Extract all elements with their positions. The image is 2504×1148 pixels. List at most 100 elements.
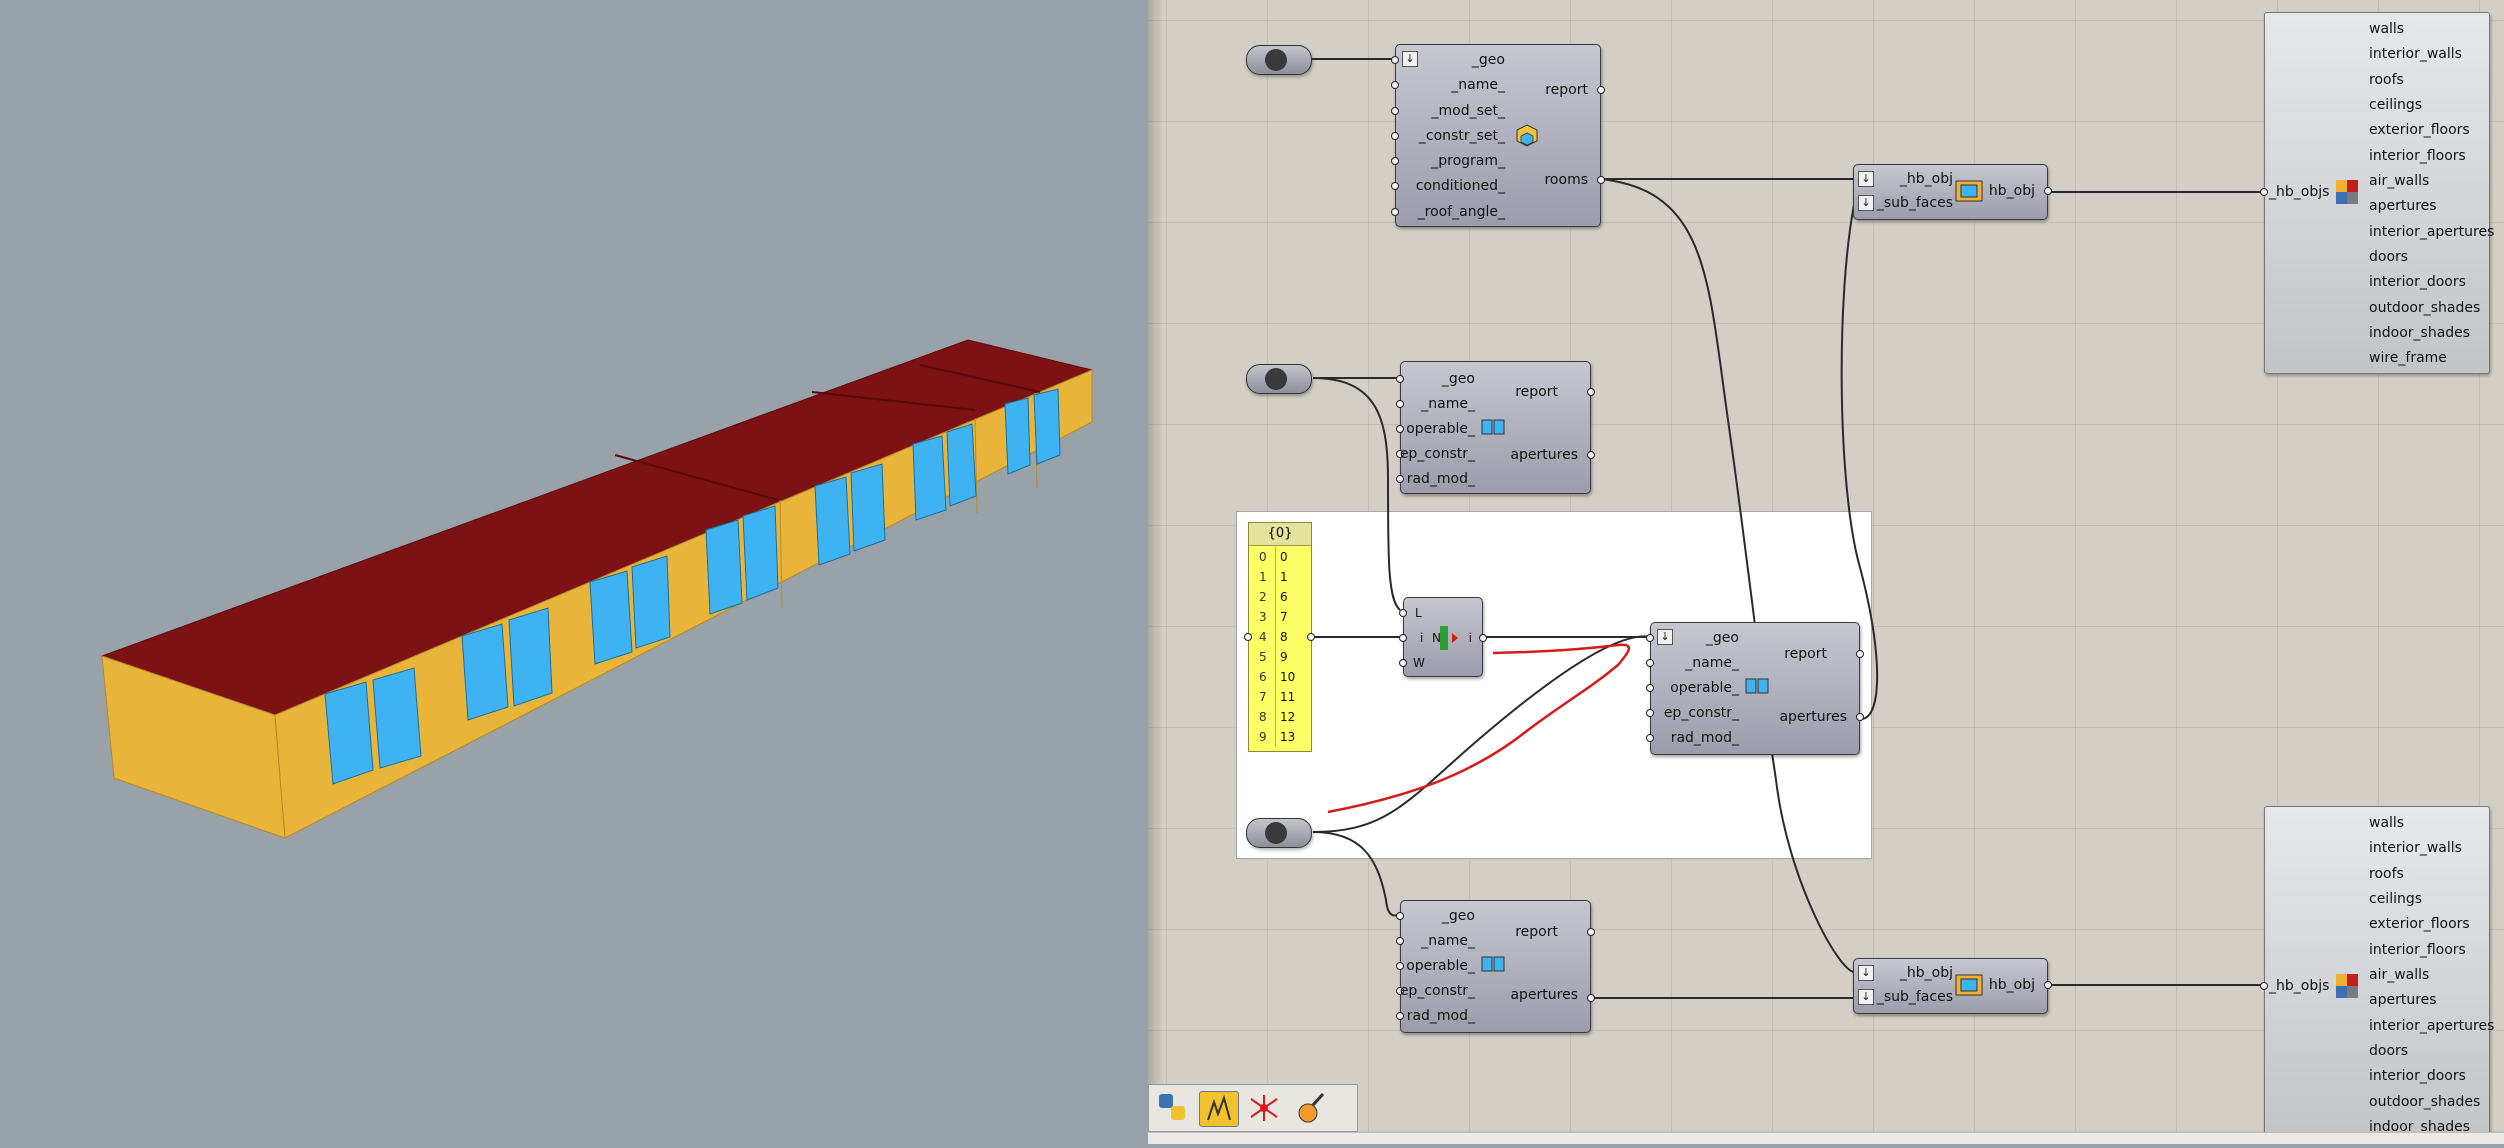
- port[interactable]: [1646, 634, 1654, 642]
- row-value: 10: [1275, 667, 1295, 687]
- input-label: L: [1415, 606, 1422, 620]
- port[interactable]: [1396, 1012, 1404, 1020]
- port[interactable]: [1597, 86, 1605, 94]
- port[interactable]: [1646, 734, 1654, 742]
- row-value: 13: [1275, 727, 1295, 747]
- status-strip: [1148, 1132, 2504, 1144]
- port[interactable]: [1479, 634, 1487, 642]
- port[interactable]: [1587, 451, 1595, 459]
- grasshopper-canvas[interactable]: ↓ _geo _name_ _mod_set_ _constr_set_ _pr…: [1148, 0, 2504, 1144]
- aperture-component[interactable]: _geo _name_ operable_ ep_constr_ rad_mod…: [1396, 900, 1595, 1033]
- output-label: interior_apertures: [2369, 1018, 2495, 1034]
- port[interactable]: [1391, 107, 1399, 115]
- port[interactable]: [1856, 713, 1864, 721]
- port[interactable]: [1396, 425, 1404, 433]
- port[interactable]: [1391, 157, 1399, 165]
- output-label: exterior_floors: [2369, 916, 2470, 932]
- visualize-by-type-component[interactable]: _hb_objs walls interior_walls roofs ceil…: [2260, 806, 2494, 1138]
- port[interactable]: [1396, 962, 1404, 970]
- port[interactable]: [1396, 937, 1404, 945]
- input-label: _sub_faces: [1876, 195, 1953, 211]
- hb-object-icon: [1955, 974, 1983, 996]
- row-index: 7: [1259, 690, 1267, 704]
- output-label: interior_doors: [2369, 274, 2466, 290]
- input-label: operable_: [1406, 958, 1475, 974]
- output-label: apertures: [1779, 709, 1847, 725]
- input-label: _sub_faces: [1876, 989, 1953, 1005]
- port[interactable]: [1396, 400, 1404, 408]
- visualize-icon: [2335, 973, 2359, 999]
- window: [850, 463, 886, 552]
- geometry-param-bottom[interactable]: [1246, 818, 1312, 848]
- input-label: _hb_obj: [1899, 171, 1953, 187]
- list-item: 9 13: [1249, 727, 1311, 747]
- add-subface-component[interactable]: ↓ ↓ _hb_obj _sub_faces hb_obj: [1853, 164, 2052, 220]
- port[interactable]: [2044, 981, 2052, 989]
- input-label: W: [1413, 656, 1425, 670]
- port[interactable]: [2044, 187, 2052, 195]
- port[interactable]: [1391, 56, 1399, 64]
- port[interactable]: [2260, 188, 2268, 196]
- python-icon[interactable]: [1153, 1091, 1191, 1125]
- port[interactable]: [1646, 709, 1654, 717]
- port[interactable]: [1396, 375, 1404, 383]
- plugin-toolbar: [1148, 1084, 1358, 1132]
- port[interactable]: [1307, 633, 1315, 641]
- port[interactable]: [1244, 633, 1252, 641]
- visualize-by-type-component[interactable]: _hb_objs walls interior_walls roofs ceil…: [2260, 12, 2494, 374]
- aperture-component[interactable]: _geo _name_ operable_ ep_constr_ rad_mod…: [1396, 361, 1595, 494]
- port[interactable]: [1597, 176, 1605, 184]
- port[interactable]: [1399, 659, 1407, 667]
- paint-icon[interactable]: [1291, 1091, 1329, 1125]
- row-index: 0: [1259, 550, 1267, 564]
- window: [912, 435, 947, 521]
- window: [631, 555, 671, 649]
- output-label: report: [1545, 82, 1588, 98]
- port[interactable]: [1391, 208, 1399, 216]
- port[interactable]: [1396, 912, 1404, 920]
- port[interactable]: [1399, 609, 1407, 617]
- port[interactable]: [1396, 475, 1404, 483]
- index-list-panel[interactable]: {0} 00 11 26 37 48 59 6 10 7 11 8 12 9 13: [1248, 522, 1312, 752]
- geometry-param-top[interactable]: [1246, 45, 1312, 75]
- list-item-component[interactable]: L i W N i: [1399, 597, 1487, 677]
- aperture-component[interactable]: ↓ _geo _name_ operable_ ep_constr_ rad_m…: [1646, 622, 1864, 755]
- port[interactable]: [1587, 994, 1595, 1002]
- geometry-param-middle[interactable]: [1246, 364, 1312, 394]
- window: [946, 423, 977, 507]
- window: [589, 570, 633, 665]
- row-value: 6: [1275, 587, 1288, 607]
- list-item: 59: [1249, 647, 1311, 667]
- plugin-icon[interactable]: [1245, 1091, 1283, 1125]
- output-label: roofs: [2369, 72, 2404, 88]
- input-label: operable_: [1406, 421, 1475, 437]
- wire: [1312, 831, 1401, 917]
- list-item: 00: [1249, 547, 1311, 567]
- room-from-solid-component[interactable]: ↓ _geo _name_ _mod_set_ _constr_set_ _pr…: [1391, 44, 1605, 227]
- add-subface-component[interactable]: ↓ ↓ _hb_obj _sub_faces hb_obj: [1853, 958, 2052, 1014]
- port[interactable]: [1587, 928, 1595, 936]
- port[interactable]: [1856, 650, 1864, 658]
- output-label: indoor_shades: [2369, 325, 2471, 341]
- rhino-viewport[interactable]: [0, 0, 1148, 1144]
- list-item: 11: [1249, 567, 1311, 587]
- port[interactable]: [1587, 388, 1595, 396]
- port[interactable]: [1399, 634, 1407, 642]
- port[interactable]: [1646, 684, 1654, 692]
- output-label: interior_floors: [2369, 148, 2466, 164]
- row-value: 12: [1275, 707, 1295, 727]
- wire: [1312, 377, 1401, 611]
- row-index: 3: [1259, 610, 1267, 624]
- port[interactable]: [1391, 182, 1399, 190]
- port[interactable]: [2260, 982, 2268, 990]
- output-label: interior_apertures: [2369, 224, 2495, 240]
- row-value: 11: [1275, 687, 1295, 707]
- port[interactable]: [1646, 659, 1654, 667]
- ladybug-icon[interactable]: [1199, 1091, 1239, 1127]
- port[interactable]: [1391, 81, 1399, 89]
- geometry-icon: [1265, 822, 1287, 844]
- window: [508, 607, 553, 707]
- flatten-arrow-icon: ↓: [1858, 171, 1874, 187]
- list-item: 7 11: [1249, 687, 1311, 707]
- port[interactable]: [1391, 132, 1399, 140]
